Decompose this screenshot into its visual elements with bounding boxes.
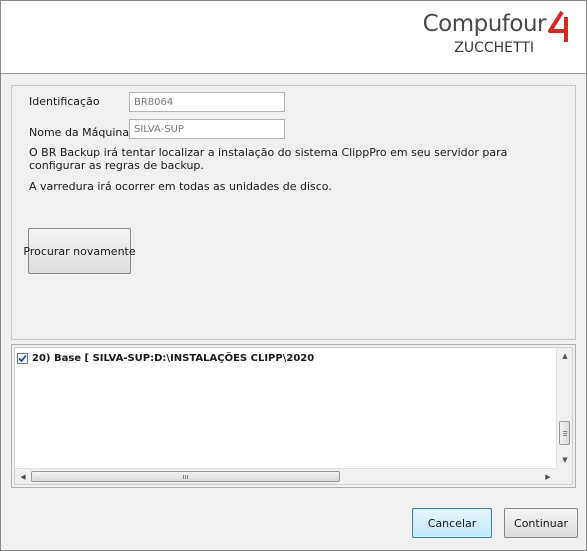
brand-name: Compufour [422, 11, 547, 37]
checkbox-checked-icon[interactable] [17, 352, 28, 364]
list-item-label: 20) Base [ SILVA-SUP:D:\INSTALAÇÕES CLIP… [32, 352, 315, 364]
vertical-scrollbar[interactable]: ▲ ▼ [556, 348, 572, 468]
header-banner: Compufour ZUCCHETTI [1, 1, 586, 74]
scroll-left-icon[interactable]: ◀ [15, 469, 31, 484]
brand-logo: Compufour ZUCCHETTI [414, 11, 574, 61]
backup-setup-window: Compufour ZUCCHETTI Identificação Nome d… [0, 0, 587, 551]
results-panel: 20) Base [ SILVA-SUP:D:\INSTALAÇÕES CLIP… [11, 344, 576, 488]
brand-subtitle: ZUCCHETTI [454, 40, 534, 56]
machine-info-panel: Identificação Nome da Máquina O BR Backu… [11, 85, 576, 340]
horizontal-scroll-thumb[interactable] [31, 471, 340, 482]
scan-scope-note: A varredura irá ocorrer em todas as unid… [29, 180, 332, 193]
scroll-right-icon[interactable]: ▶ [540, 469, 556, 484]
identificacao-field[interactable] [129, 92, 285, 112]
scrollbar-corner [556, 468, 572, 484]
continue-button[interactable]: Continuar [504, 508, 578, 538]
horizontal-scrollbar[interactable]: ◀ ▶ [15, 468, 556, 484]
nome-maquina-label: Nome da Máquina [29, 126, 130, 139]
search-again-button[interactable]: Procurar novamente [23, 228, 136, 274]
nome-maquina-field[interactable] [129, 119, 285, 139]
scan-description: O BR Backup irá tentar localizar a insta… [29, 146, 508, 172]
scroll-down-icon[interactable]: ▼ [557, 452, 572, 468]
list-item[interactable]: 20) Base [ SILVA-SUP:D:\INSTALAÇÕES CLIP… [17, 351, 314, 365]
scroll-up-icon[interactable]: ▲ [557, 348, 572, 364]
vertical-scroll-thumb[interactable] [559, 421, 570, 445]
results-list[interactable]: 20) Base [ SILVA-SUP:D:\INSTALAÇÕES CLIP… [14, 347, 573, 485]
compufour-4-logo-icon [548, 11, 568, 42]
cancel-button[interactable]: Cancelar [412, 508, 492, 538]
identificacao-label: Identificação [29, 95, 100, 108]
